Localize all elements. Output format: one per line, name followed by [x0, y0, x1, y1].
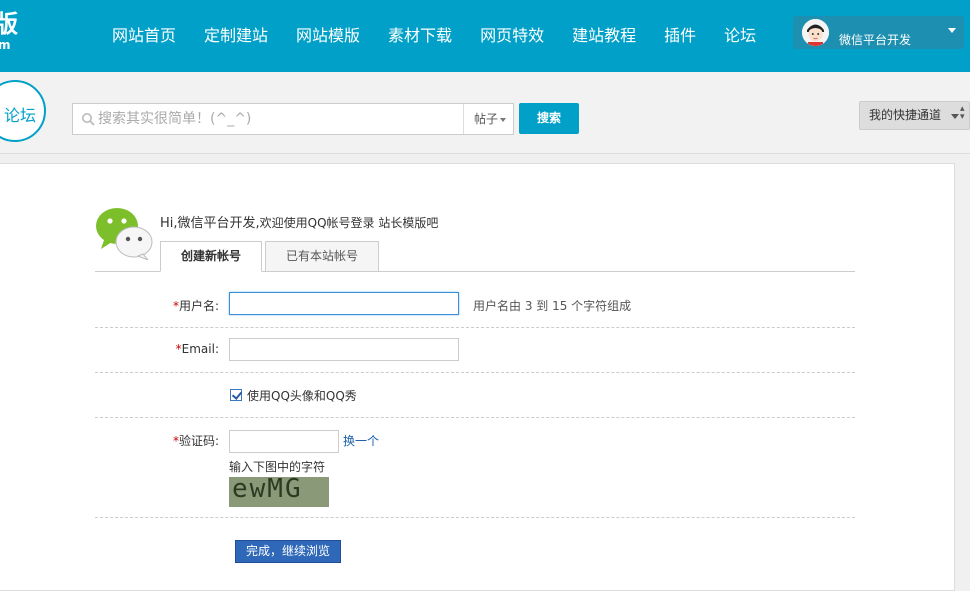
user-menu[interactable]: 微信平台开发 — [793, 16, 964, 49]
nav-item-templates[interactable]: 网站模版 — [282, 0, 374, 72]
caret-down-icon — [500, 118, 506, 122]
search-input[interactable] — [98, 104, 458, 134]
nav-item-home[interactable]: 网站首页 — [98, 0, 190, 72]
avatar — [802, 19, 829, 46]
username-hint: 用户名由 3 到 15 个字符组成 — [473, 299, 632, 313]
username-input[interactable] — [229, 292, 459, 315]
row-divider — [95, 517, 855, 518]
nav-item-plugins[interactable]: 插件 — [650, 0, 710, 72]
email-label: *Email: — [175, 342, 219, 356]
nav-item-downloads[interactable]: 素材下载 — [374, 0, 466, 72]
wechat-logo-icon — [96, 208, 153, 260]
qq-avatar-label: 使用QQ头像和QQ秀 — [247, 389, 357, 403]
search-icon — [82, 113, 95, 126]
tab-existing-account[interactable]: 已有本站帐号 — [265, 241, 379, 272]
site-logo[interactable]: 版 m — [0, 10, 20, 54]
submit-button[interactable]: 完成，继续浏览 — [235, 540, 341, 563]
email-field[interactable] — [229, 338, 459, 361]
search-bar-area: 论坛 帖子 搜索 我的快捷通道 — [0, 72, 970, 154]
row-divider — [95, 417, 855, 418]
captcha-image[interactable]: ewMG — [229, 477, 329, 507]
search-type-select[interactable]: 帖子 — [463, 104, 514, 134]
user-name: 微信平台开发 — [839, 33, 912, 47]
caret-down-icon — [951, 114, 959, 119]
nav-item-custom-build[interactable]: 定制建站 — [190, 0, 282, 72]
nav-item-effects[interactable]: 网页特效 — [466, 0, 558, 72]
search-button[interactable]: 搜索 — [519, 103, 579, 134]
nav-item-forum[interactable]: 论坛 — [710, 0, 770, 72]
captcha-refresh-link[interactable]: 换一个 — [343, 432, 379, 449]
search-box: 帖子 — [72, 103, 514, 135]
captcha-hint: 输入下图中的字符 — [229, 460, 326, 474]
main-nav: 网站首页 定制建站 网站模版 素材下载 网页特效 建站教程 插件 论坛 — [98, 0, 770, 72]
captcha-input[interactable] — [229, 430, 339, 453]
captcha-label: *验证码: — [172, 434, 219, 448]
scroll-arrows-icon[interactable]: ▴ ▾ — [960, 104, 965, 121]
nav-item-tutorials[interactable]: 建站教程 — [558, 0, 650, 72]
top-navbar: 版 m 网站首页 定制建站 网站模版 素材下载 网页特效 建站教程 插件 论坛 … — [0, 0, 970, 72]
login-greeting: Hi,微信平台开发,欢迎使用QQ帐号登录 站长模版吧 — [160, 216, 439, 231]
user-avatar-icon — [802, 19, 829, 46]
forum-badge[interactable]: 论坛 — [0, 80, 46, 142]
chevron-down-icon — [948, 28, 956, 33]
qq-avatar-checkbox[interactable] — [230, 389, 242, 401]
row-divider — [95, 327, 855, 328]
username-label: *用户名: — [172, 299, 219, 313]
row-divider — [95, 372, 855, 373]
tab-create-account[interactable]: 创建新帐号 — [160, 241, 262, 272]
quick-channel-button[interactable]: 我的快捷通道 — [859, 101, 970, 130]
